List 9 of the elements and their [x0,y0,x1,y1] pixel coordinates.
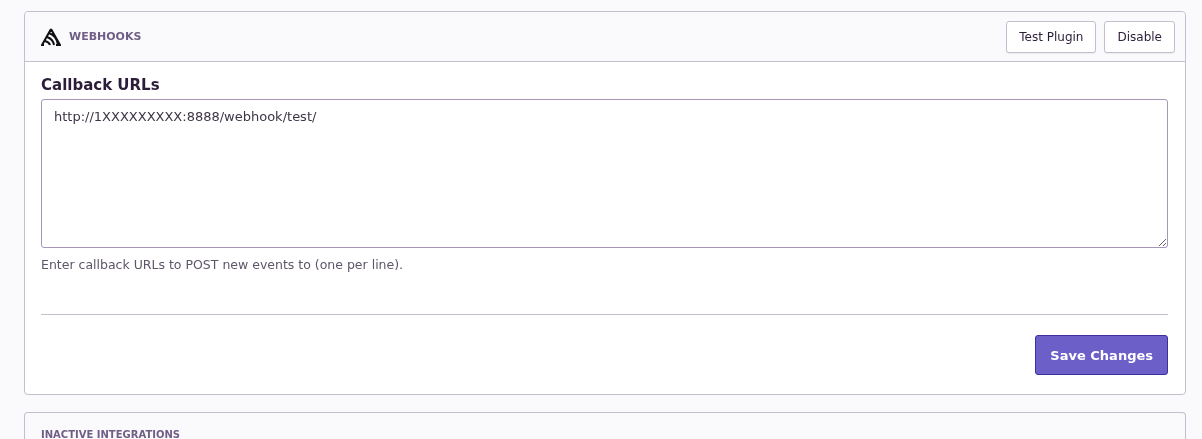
save-changes-button[interactable]: Save Changes [1035,335,1168,375]
panel-title: WEBHOOKS [69,30,143,43]
panel-action-button[interactable]: Disable [1104,20,1175,53]
callback-urls-field[interactable]: http://1XXXXXXXXX:8888/webhook/test/ [41,99,1168,248]
logo-icon [41,27,61,46]
panel-action-button[interactable]: Test Plugin [1006,20,1097,53]
help-text: Enter callback URLs to POST new events to (one per line). [41,257,405,272]
panel-title: INACTIVE INTEGRATIONS [41,429,180,439]
field-label: Callback URLs [41,76,161,94]
